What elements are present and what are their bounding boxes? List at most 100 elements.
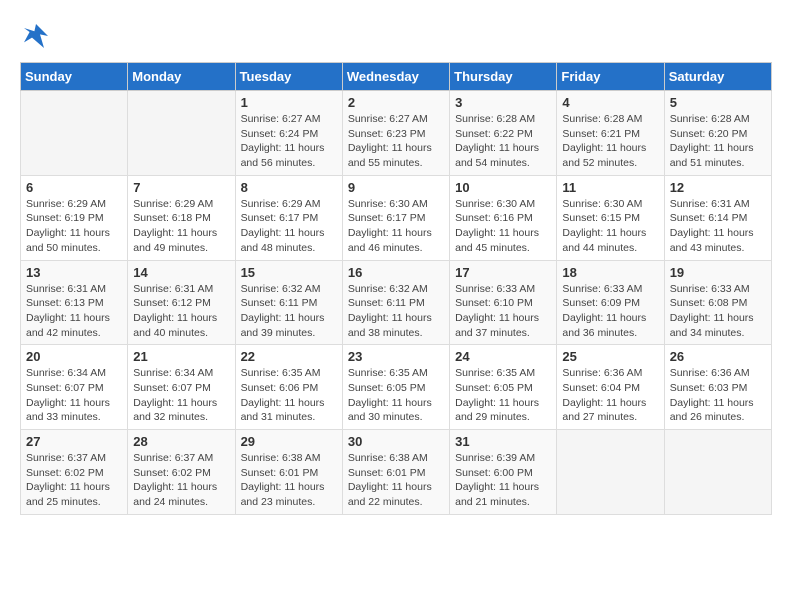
calendar-cell: 9Sunrise: 6:30 AM Sunset: 6:17 PM Daylig… [342,175,449,260]
day-info: Sunrise: 6:34 AM Sunset: 6:07 PM Dayligh… [26,366,122,425]
day-info: Sunrise: 6:29 AM Sunset: 6:19 PM Dayligh… [26,197,122,256]
day-info: Sunrise: 6:35 AM Sunset: 6:06 PM Dayligh… [241,366,337,425]
day-info: Sunrise: 6:28 AM Sunset: 6:22 PM Dayligh… [455,112,551,171]
weekday-header: Thursday [450,63,557,91]
calendar-cell: 21Sunrise: 6:34 AM Sunset: 6:07 PM Dayli… [128,345,235,430]
calendar-cell: 12 Sunrise: 6:31 AM Sunset: 6:14 PM Dayli… [664,175,771,260]
day-info: Sunrise: 6:27 AM Sunset: 6:24 PM Dayligh… [241,112,337,171]
day-number: 27 [26,434,122,449]
calendar-cell: 30 Sunrise: 6:38 AM Sunset: 6:01 PM Dayli… [342,430,449,515]
calendar-week-row: 13 Sunrise: 6:31 AM Sunset: 6:13 PM Dayli… [21,260,772,345]
day-number: 28 [133,434,229,449]
day-number: 23 [348,349,444,364]
day-info: Sunrise: 6:34 AM Sunset: 6:07 PM Dayligh… [133,366,229,425]
day-number: 12 [670,180,766,195]
calendar-header-row: SundayMondayTuesdayWednesdayThursdayFrid… [21,63,772,91]
day-number: 30 [348,434,444,449]
day-number: 1 [241,95,337,110]
calendar-cell: 6 Sunrise: 6:29 AM Sunset: 6:19 PM Daylig… [21,175,128,260]
logo-icon [20,20,52,52]
day-number: 18 [562,265,658,280]
day-number: 4 [562,95,658,110]
day-info: Sunrise: 6:39 AM Sunset: 6:00 PM Dayligh… [455,451,551,510]
calendar-cell: 3 Sunrise: 6:28 AM Sunset: 6:22 PM Daylig… [450,91,557,176]
calendar-cell: 17 Sunrise: 6:33 AM Sunset: 6:10 PM Dayli… [450,260,557,345]
day-number: 22 [241,349,337,364]
day-info: Sunrise: 6:28 AM Sunset: 6:21 PM Dayligh… [562,112,658,171]
day-number: 6 [26,180,122,195]
calendar-cell [128,91,235,176]
calendar-cell: 2 Sunrise: 6:27 AM Sunset: 6:23 PM Daylig… [342,91,449,176]
day-info: Sunrise: 6:37 AM Sunset: 6:02 PM Dayligh… [26,451,122,510]
day-info: Sunrise: 6:30 AM Sunset: 6:15 PM Dayligh… [562,197,658,256]
calendar-cell: 4 Sunrise: 6:28 AM Sunset: 6:21 PM Daylig… [557,91,664,176]
day-number: 25 [562,349,658,364]
day-number: 10 [455,180,551,195]
weekday-header: Friday [557,63,664,91]
calendar-cell: 28 Sunrise: 6:37 AM Sunset: 6:02 PM Dayli… [128,430,235,515]
calendar-cell [557,430,664,515]
calendar-cell [664,430,771,515]
calendar-cell: 20 Sunrise: 6:34 AM Sunset: 6:07 PM Dayli… [21,345,128,430]
calendar-cell: 16 Sunrise: 6:32 AM Sunset: 6:11 PM Dayli… [342,260,449,345]
calendar-cell: 29Sunrise: 6:38 AM Sunset: 6:01 PM Dayli… [235,430,342,515]
calendar-cell: 10Sunrise: 6:30 AM Sunset: 6:16 PM Dayli… [450,175,557,260]
calendar-week-row: 1 Sunrise: 6:27 AM Sunset: 6:24 PM Daylig… [21,91,772,176]
weekday-header: Tuesday [235,63,342,91]
day-number: 2 [348,95,444,110]
calendar-cell: 7Sunrise: 6:29 AM Sunset: 6:18 PM Daylig… [128,175,235,260]
day-info: Sunrise: 6:36 AM Sunset: 6:03 PM Dayligh… [670,366,766,425]
calendar-table: SundayMondayTuesdayWednesdayThursdayFrid… [20,62,772,515]
day-info: Sunrise: 6:27 AM Sunset: 6:23 PM Dayligh… [348,112,444,171]
day-info: Sunrise: 6:36 AM Sunset: 6:04 PM Dayligh… [562,366,658,425]
day-number: 24 [455,349,551,364]
day-info: Sunrise: 6:30 AM Sunset: 6:17 PM Dayligh… [348,197,444,256]
day-info: Sunrise: 6:32 AM Sunset: 6:11 PM Dayligh… [241,282,337,341]
calendar-cell: 26 Sunrise: 6:36 AM Sunset: 6:03 PM Dayli… [664,345,771,430]
day-info: Sunrise: 6:38 AM Sunset: 6:01 PM Dayligh… [348,451,444,510]
day-number: 31 [455,434,551,449]
day-info: Sunrise: 6:31 AM Sunset: 6:12 PM Dayligh… [133,282,229,341]
day-number: 29 [241,434,337,449]
day-number: 13 [26,265,122,280]
day-info: Sunrise: 6:35 AM Sunset: 6:05 PM Dayligh… [455,366,551,425]
weekday-header: Wednesday [342,63,449,91]
day-number: 19 [670,265,766,280]
day-info: Sunrise: 6:37 AM Sunset: 6:02 PM Dayligh… [133,451,229,510]
calendar-body: 1 Sunrise: 6:27 AM Sunset: 6:24 PM Daylig… [21,91,772,515]
day-number: 7 [133,180,229,195]
calendar-cell: 15 Sunrise: 6:32 AM Sunset: 6:11 PM Dayli… [235,260,342,345]
day-info: Sunrise: 6:28 AM Sunset: 6:20 PM Dayligh… [670,112,766,171]
calendar-cell: 31 Sunrise: 6:39 AM Sunset: 6:00 PM Dayli… [450,430,557,515]
calendar-cell [21,91,128,176]
day-info: Sunrise: 6:32 AM Sunset: 6:11 PM Dayligh… [348,282,444,341]
day-number: 3 [455,95,551,110]
calendar-cell: 1 Sunrise: 6:27 AM Sunset: 6:24 PM Daylig… [235,91,342,176]
calendar-week-row: 6 Sunrise: 6:29 AM Sunset: 6:19 PM Daylig… [21,175,772,260]
day-number: 15 [241,265,337,280]
calendar-cell: 27 Sunrise: 6:37 AM Sunset: 6:02 PM Dayli… [21,430,128,515]
calendar-week-row: 27 Sunrise: 6:37 AM Sunset: 6:02 PM Dayli… [21,430,772,515]
calendar-cell: 22 Sunrise: 6:35 AM Sunset: 6:06 PM Dayli… [235,345,342,430]
calendar-cell: 19Sunrise: 6:33 AM Sunset: 6:08 PM Dayli… [664,260,771,345]
calendar-cell: 5 Sunrise: 6:28 AM Sunset: 6:20 PM Daylig… [664,91,771,176]
calendar-cell: 23Sunrise: 6:35 AM Sunset: 6:05 PM Dayli… [342,345,449,430]
day-info: Sunrise: 6:33 AM Sunset: 6:09 PM Dayligh… [562,282,658,341]
day-number: 20 [26,349,122,364]
weekday-header: Monday [128,63,235,91]
day-info: Sunrise: 6:33 AM Sunset: 6:10 PM Dayligh… [455,282,551,341]
day-number: 26 [670,349,766,364]
weekday-header: Saturday [664,63,771,91]
day-number: 11 [562,180,658,195]
day-info: Sunrise: 6:31 AM Sunset: 6:14 PM Dayligh… [670,197,766,256]
day-number: 5 [670,95,766,110]
day-number: 17 [455,265,551,280]
day-info: Sunrise: 6:29 AM Sunset: 6:17 PM Dayligh… [241,197,337,256]
page-header [20,20,772,52]
calendar-cell: 8Sunrise: 6:29 AM Sunset: 6:17 PM Daylig… [235,175,342,260]
calendar-cell: 11 Sunrise: 6:30 AM Sunset: 6:15 PM Dayli… [557,175,664,260]
day-info: Sunrise: 6:31 AM Sunset: 6:13 PM Dayligh… [26,282,122,341]
day-number: 14 [133,265,229,280]
day-number: 16 [348,265,444,280]
weekday-header: Sunday [21,63,128,91]
